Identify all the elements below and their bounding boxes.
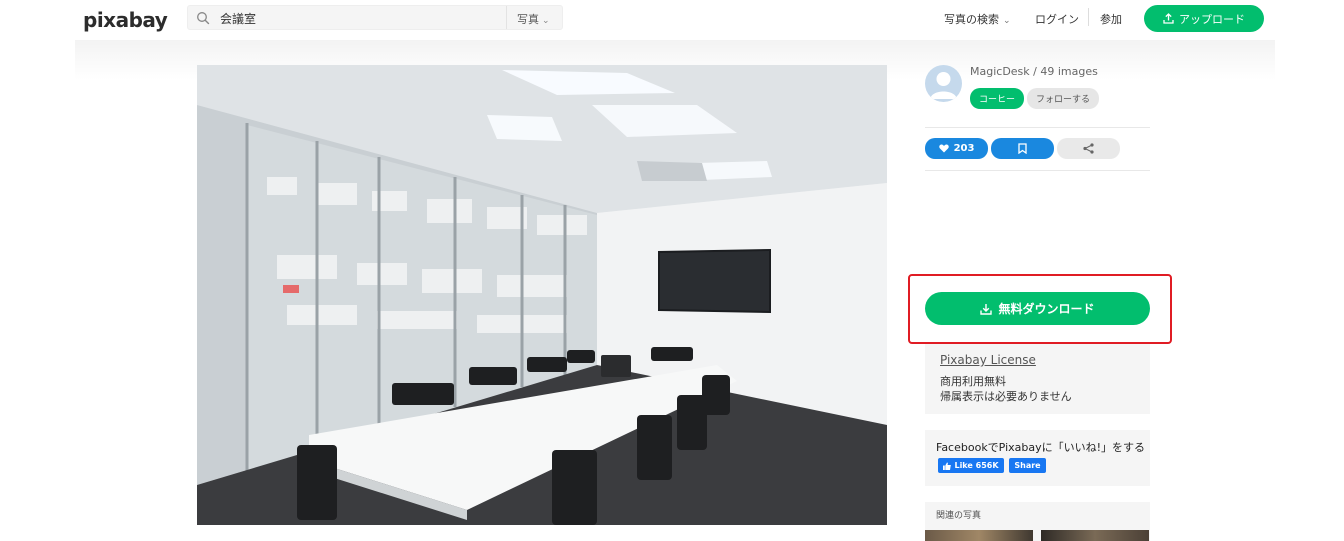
share-button[interactable] — [1057, 138, 1120, 159]
login-link[interactable]: ログイン — [1035, 11, 1079, 27]
conference-room-image — [197, 65, 887, 525]
media-type-label: 写真 — [517, 13, 539, 26]
facebook-like-button[interactable]: Like 656K — [938, 458, 1004, 473]
main-photo[interactable] — [197, 65, 887, 525]
bookmark-icon — [1018, 143, 1027, 154]
divider — [925, 127, 1150, 128]
upload-button[interactable]: アップロード — [1144, 5, 1264, 32]
facebook-text: FacebookでPixabayに「いいね!」をする — [936, 441, 1146, 454]
facebook-share-button[interactable]: Share — [1009, 458, 1046, 473]
license-panel: Pixabay License 商用利用無料 帰属表示は必要ありません — [925, 344, 1150, 414]
search-input[interactable]: 会議室 — [220, 10, 256, 27]
join-link[interactable]: 参加 — [1100, 11, 1122, 27]
related-photos-panel: 関連の写真 — [925, 502, 1150, 541]
upload-icon — [1163, 13, 1174, 24]
bookmark-button[interactable] — [991, 138, 1054, 159]
author-name[interactable]: MagicDesk / 49 images — [970, 65, 1098, 78]
thumbs-up-icon — [943, 462, 952, 470]
follow-button[interactable]: フォローする — [1027, 88, 1099, 109]
related-photo-thumbnail[interactable] — [1041, 530, 1149, 541]
facebook-panel: FacebookでPixabayに「いいね!」をする Like 656K Sha… — [925, 430, 1150, 486]
free-download-button[interactable]: 無料ダウンロード — [925, 292, 1150, 325]
share-icon — [1083, 143, 1094, 154]
pixabay-logo[interactable]: pixabay — [83, 8, 168, 32]
download-icon — [980, 303, 993, 315]
divider — [925, 170, 1150, 171]
license-attribution: 帰属表示は必要ありません — [940, 390, 1072, 403]
related-photo-thumbnail[interactable] — [925, 530, 1033, 541]
upload-label: アップロード — [1179, 12, 1245, 26]
coffee-button[interactable]: コーヒー — [970, 88, 1024, 109]
heart-icon — [938, 144, 949, 153]
download-label: 無料ダウンロード — [998, 302, 1095, 316]
related-photos-title: 関連の写真 — [936, 511, 982, 521]
explore-menu[interactable]: 写真の検索 ⌄ — [944, 11, 1011, 27]
search-bar[interactable]: 会議室 写真 ⌄ — [187, 5, 563, 30]
author-avatar[interactable] — [925, 65, 962, 102]
top-header: pixabay 会議室 写真 ⌄ 写真の検索 ⌄ ログイン 参加 アップロード — [0, 0, 1344, 40]
user-avatar-icon — [930, 72, 957, 99]
media-type-select[interactable]: 写真 ⌄ — [506, 6, 563, 29]
facebook-like-label: Like 656K — [954, 461, 999, 470]
like-count: 203 — [953, 143, 975, 154]
license-commercial: 商用利用無料 — [940, 375, 1006, 388]
explore-label: 写真の検索 — [944, 13, 999, 26]
nav-divider — [1088, 8, 1089, 26]
chevron-down-icon: ⌄ — [542, 16, 550, 26]
chevron-down-icon: ⌄ — [1003, 16, 1011, 26]
license-link[interactable]: Pixabay License — [940, 353, 1036, 367]
search-icon — [197, 12, 210, 25]
like-button[interactable]: 203 — [925, 138, 988, 159]
